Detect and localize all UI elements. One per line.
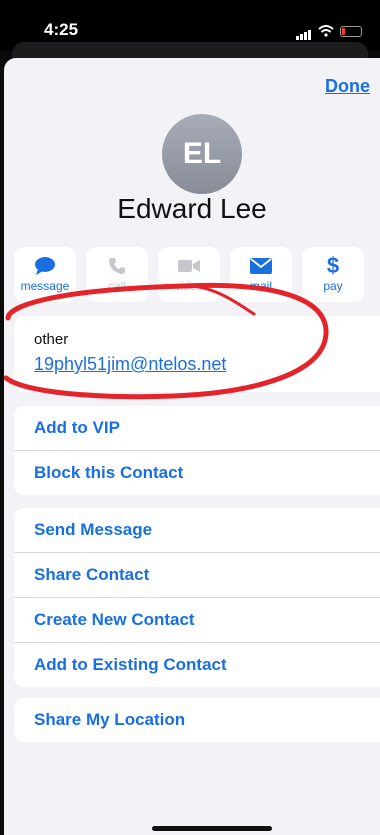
message-action-button[interactable]: message <box>14 247 76 302</box>
video-action-label: video <box>174 279 204 293</box>
signal-icon <box>296 22 312 40</box>
message-bubble-icon <box>34 256 56 276</box>
home-indicator <box>152 826 272 831</box>
block-contact-button[interactable]: Block this Contact <box>14 451 380 495</box>
create-new-contact-button[interactable]: Create New Contact <box>14 598 380 643</box>
add-to-vip-button[interactable]: Add to VIP <box>14 406 380 451</box>
phone-icon <box>108 256 126 276</box>
mail-action-button[interactable]: mail <box>230 247 292 302</box>
email-type-label: other <box>34 331 69 348</box>
done-button[interactable]: Done <box>325 76 370 97</box>
battery-icon <box>340 25 362 37</box>
share-location-button[interactable]: Share My Location <box>14 698 380 742</box>
video-camera-icon <box>178 256 200 276</box>
add-to-existing-contact-button[interactable]: Add to Existing Contact <box>14 643 380 687</box>
wifi-icon <box>318 25 334 37</box>
pay-action-button[interactable]: $ pay <box>302 247 364 302</box>
contact-options-group: Add to VIP Block this Contact <box>14 406 380 495</box>
quick-actions: message call video mail $ pay <box>14 247 364 302</box>
status-icons <box>296 22 362 40</box>
call-action-button[interactable]: call <box>86 247 148 302</box>
envelope-icon <box>250 256 272 276</box>
mail-action-label: mail <box>249 279 272 293</box>
video-action-button[interactable]: video <box>158 247 220 302</box>
status-time: 4:25 <box>44 20 79 39</box>
contact-name: Edward Lee <box>117 193 267 224</box>
email-card: other 19phyl51jim@ntelos.net <box>14 316 380 392</box>
location-options-group: Share My Location <box>14 698 380 742</box>
avatar: EL <box>162 114 242 194</box>
dollar-icon: $ <box>326 253 340 278</box>
contact-sheet: Done EL Edward Lee message call video ma <box>4 58 380 835</box>
message-action-label: message <box>20 279 70 293</box>
pay-action-label: pay <box>323 279 343 293</box>
call-action-label: call <box>107 279 126 293</box>
send-message-button[interactable]: Send Message <box>14 508 380 553</box>
share-contact-button[interactable]: Share Contact <box>14 553 380 598</box>
email-address-link[interactable]: 19phyl51jim@ntelos.net <box>34 354 226 375</box>
share-options-group: Send Message Share Contact Create New Co… <box>14 508 380 687</box>
